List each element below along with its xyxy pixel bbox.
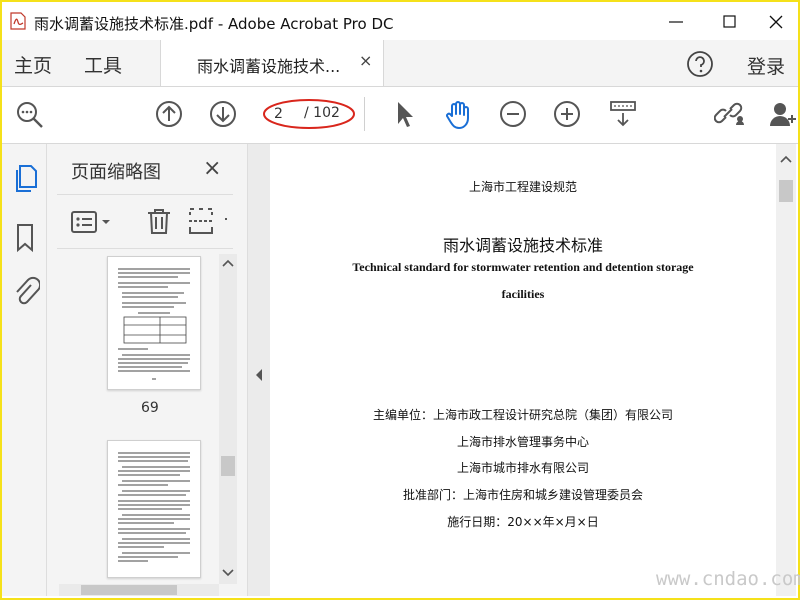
close-icon xyxy=(769,15,783,29)
doc-english-title-line1: Technical standard for stormwater retent… xyxy=(352,260,694,274)
thumbnail-page-preview xyxy=(118,268,190,380)
thumbnails-panel: 页面缩略图 × 69 xyxy=(47,144,247,596)
document-page: 上海市工程建设规范 雨水调蓄设施技术标准 Technical standard … xyxy=(270,144,776,596)
doc-english-title-line2: facilities xyxy=(501,287,545,301)
help-icon[interactable] xyxy=(686,50,714,78)
minimize-button[interactable] xyxy=(654,8,698,36)
attachment-paperclip-icon[interactable] xyxy=(12,276,40,308)
menu-bar: 主页 工具 雨水调蓄设施技术... × 登录 xyxy=(2,40,798,87)
document-tab-label: 雨水调蓄设施技术... xyxy=(197,57,341,76)
collapse-panel-arrow-icon[interactable] xyxy=(254,368,264,382)
page-thumbnail-70[interactable] xyxy=(107,440,201,578)
scroll-up-arrow-icon[interactable] xyxy=(780,154,792,164)
page-thumbnails-icon[interactable] xyxy=(12,164,38,194)
hand-tool-icon[interactable] xyxy=(442,99,474,131)
panel-title: 页面缩略图 xyxy=(71,162,161,183)
current-page-input[interactable] xyxy=(272,104,302,124)
toolbar: / 102 xyxy=(2,87,798,144)
login-button[interactable]: 登录 xyxy=(747,52,785,79)
window-title: 雨水调蓄设施技术标准.pdf - Adobe Acrobat Pro DC xyxy=(34,15,394,33)
title-bar: 雨水调蓄设施技术标准.pdf - Adobe Acrobat Pro DC xyxy=(2,2,798,40)
document-vertical-scrollbar[interactable] xyxy=(776,144,796,596)
scroll-mode-icon[interactable] xyxy=(608,99,638,129)
doc-coeditor-1: 上海市排水管理事务中心 xyxy=(456,435,589,449)
share-link-icon[interactable] xyxy=(714,99,748,129)
panel-divider xyxy=(57,194,233,195)
next-page-icon[interactable] xyxy=(208,99,238,129)
toolbar-divider xyxy=(364,97,365,131)
close-window-button[interactable] xyxy=(754,8,798,36)
pdf-file-icon xyxy=(10,12,26,30)
zoom-search-icon[interactable] xyxy=(14,99,46,131)
scroll-up-arrow-icon[interactable] xyxy=(222,258,234,268)
zoom-in-icon[interactable] xyxy=(552,99,582,129)
delete-trash-icon[interactable] xyxy=(145,206,173,236)
menu-home[interactable]: 主页 xyxy=(14,51,52,78)
thumbnail-options-icon[interactable] xyxy=(71,210,117,234)
add-user-icon[interactable] xyxy=(768,99,798,129)
doc-effective-date: 施行日期：20××年×月×日 xyxy=(447,515,599,529)
navigation-rail xyxy=(2,144,47,596)
doc-main-title: 雨水调蓄设施技术标准 xyxy=(442,236,603,255)
maximize-icon xyxy=(723,15,736,28)
scrollbar-thumb[interactable] xyxy=(779,180,793,202)
panel-toolbar xyxy=(57,200,233,244)
menu-tools[interactable]: 工具 xyxy=(84,51,122,78)
scrollbar-thumb[interactable] xyxy=(221,456,235,476)
zoom-out-icon[interactable] xyxy=(498,99,528,129)
doc-chief-editor: 主编单位：上海市政工程设计研究总院（集团）有限公司 xyxy=(372,408,673,422)
doc-series-title: 上海市工程建设规范 xyxy=(468,180,577,194)
scroll-down-arrow-icon[interactable] xyxy=(222,568,234,578)
doc-approving-department: 批准部门：上海市住房和城乡建设管理委员会 xyxy=(402,488,643,502)
previous-page-icon[interactable] xyxy=(154,99,184,129)
document-tab[interactable]: 雨水调蓄设施技术... × xyxy=(160,40,384,86)
page-navigator: / 102 xyxy=(263,99,355,129)
site-watermark: www.cndao.com xyxy=(656,568,800,590)
thumbnail-page-preview xyxy=(118,452,190,562)
total-pages: / 102 xyxy=(304,105,340,121)
bookmark-icon[interactable] xyxy=(12,222,38,254)
thumbnail-horizontal-scrollbar[interactable] xyxy=(59,584,219,596)
scrollbar-thumb[interactable] xyxy=(81,585,177,595)
panel-close-button[interactable]: × xyxy=(203,156,221,181)
minimize-icon xyxy=(669,21,683,23)
maximize-button[interactable] xyxy=(708,8,752,36)
thumbnail-page-number: 69 xyxy=(141,400,159,416)
tab-close-button[interactable]: × xyxy=(359,51,372,70)
thumbnail-vertical-scrollbar[interactable] xyxy=(219,254,237,584)
page-thumbnail-69[interactable] xyxy=(107,256,201,390)
panel-splitter[interactable] xyxy=(247,144,270,596)
panel-divider-2 xyxy=(57,248,233,249)
more-tools-indicator xyxy=(225,218,227,220)
extract-pages-icon[interactable] xyxy=(187,206,217,236)
doc-coeditor-2: 上海市城市排水有限公司 xyxy=(456,461,589,475)
select-cursor-icon[interactable] xyxy=(392,99,416,129)
